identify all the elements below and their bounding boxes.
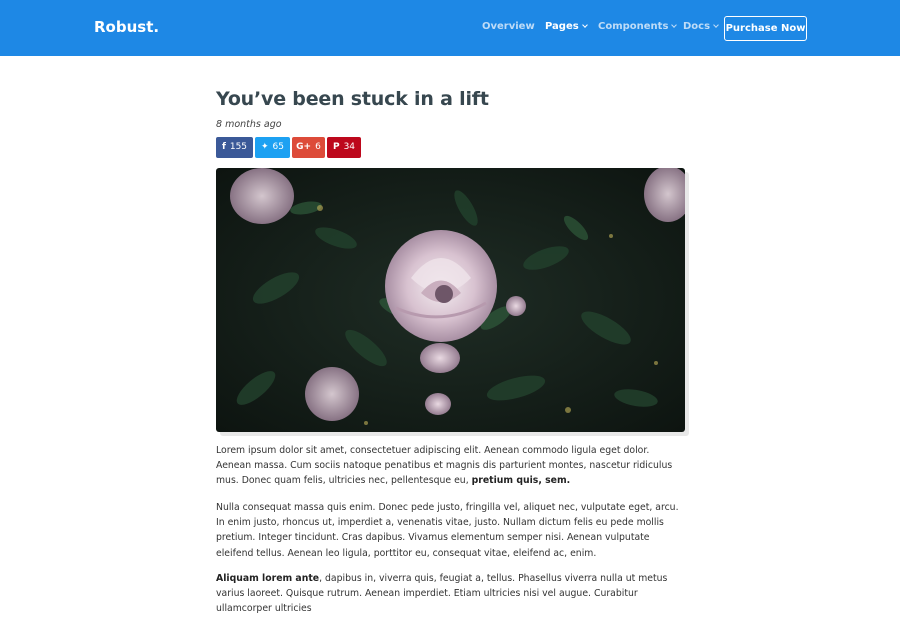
pinterest-icon: P bbox=[332, 142, 340, 152]
share-count: 6 bbox=[315, 142, 321, 152]
pinterest-share-button[interactable]: P 34 bbox=[327, 137, 361, 158]
article-date: 8 months ago bbox=[216, 119, 282, 130]
google-plus-share-button[interactable]: G+ 6 bbox=[292, 137, 325, 158]
purchase-now-button[interactable]: Purchase Now bbox=[724, 16, 807, 41]
paragraph-text: Lorem ipsum dolor sit amet, consectetuer… bbox=[216, 445, 673, 487]
share-count: 65 bbox=[272, 142, 284, 152]
nav-item-label: Pages bbox=[545, 21, 579, 32]
article-paragraph: Lorem ipsum dolor sit amet, consectetuer… bbox=[216, 443, 686, 489]
chevron-down-icon bbox=[581, 22, 588, 28]
paragraph-bold-text: Aliquam lorem ante bbox=[216, 573, 320, 584]
article-paragraph: Aliquam lorem ante, dapibus in, viverra … bbox=[216, 571, 686, 617]
chevron-down-icon bbox=[671, 22, 678, 28]
facebook-icon: f bbox=[221, 142, 226, 152]
paragraph-bold-text: pretium quis, sem. bbox=[471, 475, 571, 487]
nav-item-label: Components bbox=[598, 21, 669, 32]
article-hero-image bbox=[216, 168, 685, 432]
twitter-share-button[interactable]: ✦ 65 bbox=[255, 137, 290, 158]
google-plus-icon: G+ bbox=[296, 142, 312, 152]
nav-item-docs[interactable]: Docs bbox=[683, 21, 719, 32]
brand-logo[interactable]: Robust. bbox=[94, 18, 159, 36]
nav-item-label: Docs bbox=[683, 21, 711, 32]
nav-item-pages[interactable]: Pages bbox=[545, 21, 588, 32]
top-navbar: Robust. Overview Pages Components Docs P… bbox=[0, 0, 900, 56]
paragraph-text: Nulla consequat massa quis enim. Donec p… bbox=[216, 502, 679, 559]
article-paragraph: Nulla consequat massa quis enim. Donec p… bbox=[216, 500, 686, 561]
share-count: 34 bbox=[343, 142, 356, 152]
nav-item-label: Overview bbox=[482, 21, 535, 32]
nav-item-components[interactable]: Components bbox=[598, 21, 678, 32]
roses-photo bbox=[216, 168, 685, 432]
chevron-down-icon bbox=[713, 22, 719, 28]
article-title: You’ve been stuck in a lift bbox=[216, 88, 489, 110]
twitter-icon: ✦ bbox=[261, 142, 269, 152]
share-count: 155 bbox=[229, 142, 248, 152]
nav-item-overview[interactable]: Overview bbox=[482, 21, 535, 32]
facebook-share-button[interactable]: f 155 bbox=[216, 137, 253, 158]
